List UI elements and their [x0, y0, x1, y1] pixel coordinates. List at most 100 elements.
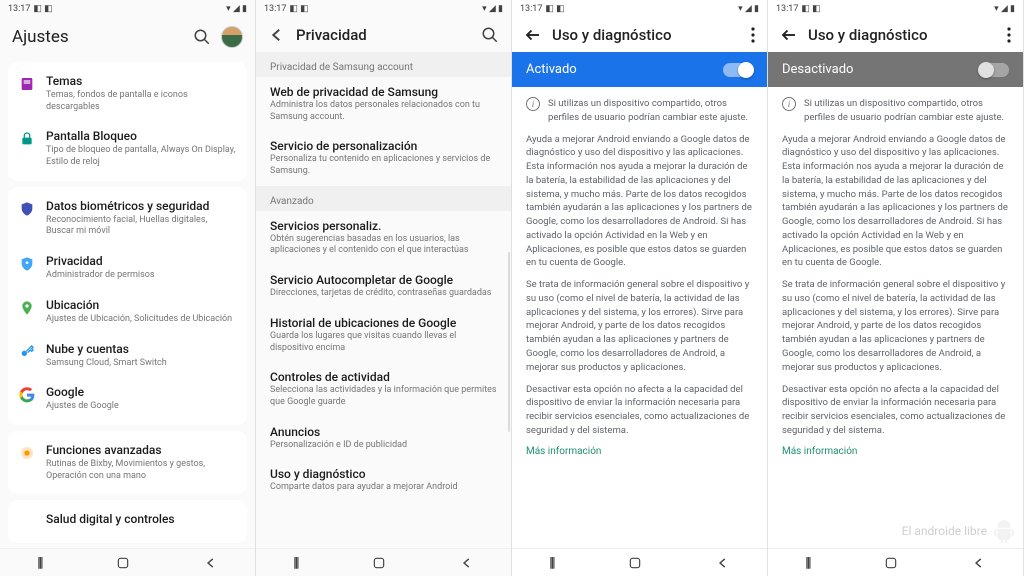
recent-button[interactable]: |||	[293, 555, 298, 571]
toggle-bar-on[interactable]: Activado	[512, 52, 767, 87]
status-bar: 13:17◧ ◧ ▾ ◢ ▮	[768, 0, 1023, 18]
info-icon: i	[782, 97, 796, 111]
row-sub: Guarda los lugares que visitas cuando ll…	[270, 331, 497, 354]
info-text: Si utilizas un dispositivo compartido, o…	[804, 97, 1009, 125]
section-label: Avanzado	[256, 186, 511, 211]
row-title: Privacidad	[46, 254, 237, 269]
usage-panel-off: 13:17◧ ◧ ▾ ◢ ▮ Uso y diagnóstico Desacti…	[768, 0, 1024, 576]
settings-group: Temas Temas, fondos de pantalla e iconos…	[8, 62, 247, 181]
home-button[interactable]	[884, 556, 898, 570]
settings-row[interactable]: Google Ajustes de Google	[8, 377, 247, 421]
toggle-label: Desactivado	[782, 62, 853, 77]
home-button[interactable]	[628, 556, 642, 570]
scrollbar[interactable]	[508, 252, 510, 432]
row-sub: Comparte datos para ayudar a mejorar And…	[270, 482, 497, 494]
row-title: Historial de ubicaciones de Google	[270, 316, 497, 330]
more-icon[interactable]	[751, 27, 755, 43]
recent-button[interactable]: |||	[805, 555, 810, 571]
status-right-icons: ▾ ◢ ▮	[226, 4, 247, 14]
privacy-row[interactable]: Controles de actividad Selecciona las ac…	[256, 362, 511, 416]
watermark: El androide libre	[902, 518, 1017, 544]
status-bar: 13:17◧ ◧ ▾ ◢ ▮	[256, 0, 511, 18]
google-icon	[18, 386, 36, 404]
settings-group: Datos biométricos y seguridad Reconocimi…	[8, 187, 247, 425]
row-title: Temas	[46, 74, 237, 89]
row-sub: Administra los datos personales relacion…	[270, 100, 497, 123]
back-button[interactable]	[460, 556, 474, 570]
back-icon[interactable]	[268, 26, 286, 44]
toggle-label: Activado	[526, 62, 577, 77]
row-title: Controles de actividad	[270, 370, 497, 384]
row-sub: Administrador de permisos	[46, 270, 237, 282]
row-sub: Personaliza tu contenido en aplicaciones…	[270, 154, 497, 177]
settings-row[interactable]: Funciones avanzadas Rutinas de Bixby, Mo…	[8, 435, 247, 490]
info-icon: i	[526, 97, 540, 111]
recent-button[interactable]: |||	[549, 555, 554, 571]
body-p3: Desactivar esta opción no afecta a la ca…	[512, 379, 767, 442]
row-sub: Selecciona las actividades y la informac…	[270, 385, 497, 408]
privacy-row[interactable]: Web de privacidad de Samsung Administra …	[256, 77, 511, 131]
back-arrow-icon[interactable]	[780, 26, 798, 44]
nav-bar: |||	[0, 548, 255, 576]
search-icon[interactable]	[481, 26, 499, 44]
row-title: Salud digital y controles	[46, 512, 237, 527]
row-title: Ubicación	[46, 298, 237, 313]
key-icon	[18, 343, 36, 361]
usage-header: Uso y diagnóstico	[512, 18, 767, 52]
body-p2: Se trata de información general sobre el…	[768, 274, 1023, 378]
body-p1: Ayuda a mejorar Android enviando a Googl…	[512, 129, 767, 275]
privacy-row[interactable]: Servicios personaliz. Obtén sugerencias …	[256, 211, 511, 265]
back-button[interactable]	[716, 556, 730, 570]
switch-off[interactable]	[979, 63, 1009, 77]
more-icon[interactable]	[1007, 27, 1011, 43]
switch-on[interactable]	[723, 63, 753, 77]
row-title: Funciones avanzadas	[46, 443, 237, 458]
more-info-link[interactable]: Más información	[768, 442, 1023, 465]
privacy-row[interactable]: Anuncios Personalización e ID de publici…	[256, 417, 511, 460]
settings-row[interactable]: Temas Temas, fondos de pantalla e iconos…	[8, 66, 247, 121]
back-arrow-icon[interactable]	[524, 26, 542, 44]
back-button[interactable]	[972, 556, 986, 570]
usage-panel-on: 13:17◧ ◧ ▾ ◢ ▮ Uso y diagnóstico Activad…	[512, 0, 768, 576]
row-sub: Obtén sugerencias basadas en los usuario…	[270, 234, 497, 257]
privacy-row[interactable]: Servicio Autocompletar de Google Direcci…	[256, 265, 511, 308]
toggle-bar-off[interactable]: Desactivado	[768, 52, 1023, 87]
settings-row[interactable]: Ubicación Ajustes de Ubicación, Solicitu…	[8, 290, 247, 334]
settings-row[interactable]: Datos biométricos y seguridad Reconocimi…	[8, 191, 247, 246]
privacy-header: Privacidad	[256, 18, 511, 52]
home-button[interactable]	[372, 556, 386, 570]
row-sub: Ajustes de Ubicación, Solicitudes de Ubi…	[46, 314, 237, 326]
avatar[interactable]	[221, 26, 243, 48]
info-text: Si utilizas un dispositivo compartido, o…	[548, 97, 753, 125]
row-title: Servicios personaliz.	[270, 219, 497, 233]
page-title: Ajustes	[12, 27, 183, 47]
blank-icon	[18, 513, 36, 531]
status-bar: 13:17◧ ◧ ▾ ◢ ▮	[512, 0, 767, 18]
page-title: Uso y diagnóstico	[552, 26, 741, 44]
row-title: Google	[46, 385, 237, 400]
page-title: Uso y diagnóstico	[808, 26, 997, 44]
settings-group: Salud digital y controles	[8, 500, 247, 543]
row-sub: Rutinas de Bixby, Movimientos y gestos, …	[46, 459, 237, 482]
status-time: 13:17	[264, 4, 286, 14]
recent-button[interactable]: |||	[37, 555, 42, 571]
privacy-row[interactable]: Servicio de personalización Personaliza …	[256, 131, 511, 185]
search-icon[interactable]	[193, 28, 211, 46]
advanced-icon	[18, 444, 36, 462]
privacy-panel: 13:17◧ ◧ ▾ ◢ ▮ Privacidad Privacidad de …	[256, 0, 512, 576]
home-button[interactable]	[116, 556, 130, 570]
settings-row[interactable]: Nube y cuentas Samsung Cloud, Smart Swit…	[8, 334, 247, 378]
nav-bar: |||	[512, 548, 767, 576]
privacy-row[interactable]: Uso y diagnóstico Comparte datos para ay…	[256, 459, 511, 502]
settings-row[interactable]: Pantalla Bloqueo Tipo de bloqueo de pant…	[8, 121, 247, 176]
section-label: Privacidad de Samsung account	[256, 52, 511, 77]
settings-row[interactable]: Salud digital y controles	[8, 504, 247, 539]
more-info-link[interactable]: Más información	[512, 442, 767, 465]
nav-bar: |||	[256, 548, 511, 576]
privacy-row[interactable]: Historial de ubicaciones de Google Guard…	[256, 308, 511, 362]
pin-icon	[18, 299, 36, 317]
themes-icon	[18, 75, 36, 93]
back-button[interactable]	[204, 556, 218, 570]
row-title: Nube y cuentas	[46, 342, 237, 357]
settings-row[interactable]: Privacidad Administrador de permisos	[8, 246, 247, 290]
